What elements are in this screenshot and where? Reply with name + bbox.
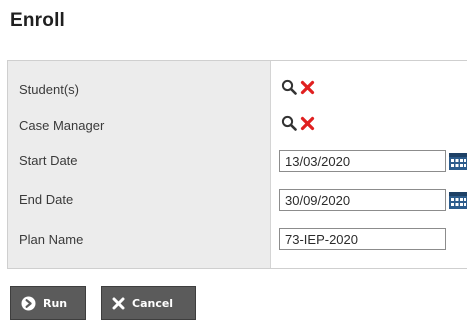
start-date-label: Start Date bbox=[19, 153, 78, 168]
search-icon[interactable] bbox=[281, 79, 297, 95]
cancel-button[interactable]: Cancel bbox=[101, 286, 196, 320]
cancel-button-label: Cancel bbox=[132, 296, 174, 310]
run-button[interactable]: Run bbox=[10, 286, 86, 320]
enroll-dialog: Enroll Student(s) Case Manager Start Dat… bbox=[0, 0, 467, 320]
calendar-icon[interactable] bbox=[449, 192, 467, 209]
students-picker bbox=[281, 79, 315, 95]
plan-name-label: Plan Name bbox=[19, 232, 84, 247]
start-date-field[interactable] bbox=[279, 150, 446, 172]
calendar-icon[interactable] bbox=[449, 153, 467, 170]
enroll-form: Student(s) Case Manager Start Date 13/03… bbox=[7, 60, 467, 269]
students-label: Student(s) bbox=[19, 82, 79, 97]
end-date-label: End Date bbox=[19, 192, 74, 207]
page-title: Enroll bbox=[10, 10, 66, 31]
plan-name-field[interactable] bbox=[279, 228, 446, 250]
close-icon bbox=[112, 297, 125, 309]
run-button-label: Run bbox=[43, 296, 68, 310]
end-date-field[interactable] bbox=[279, 189, 446, 211]
play-circle-icon bbox=[21, 296, 36, 310]
case-manager-picker bbox=[281, 115, 315, 131]
case-manager-label: Case Manager bbox=[19, 118, 105, 133]
remove-icon[interactable] bbox=[300, 80, 315, 95]
remove-icon[interactable] bbox=[300, 116, 315, 131]
search-icon[interactable] bbox=[281, 115, 297, 131]
